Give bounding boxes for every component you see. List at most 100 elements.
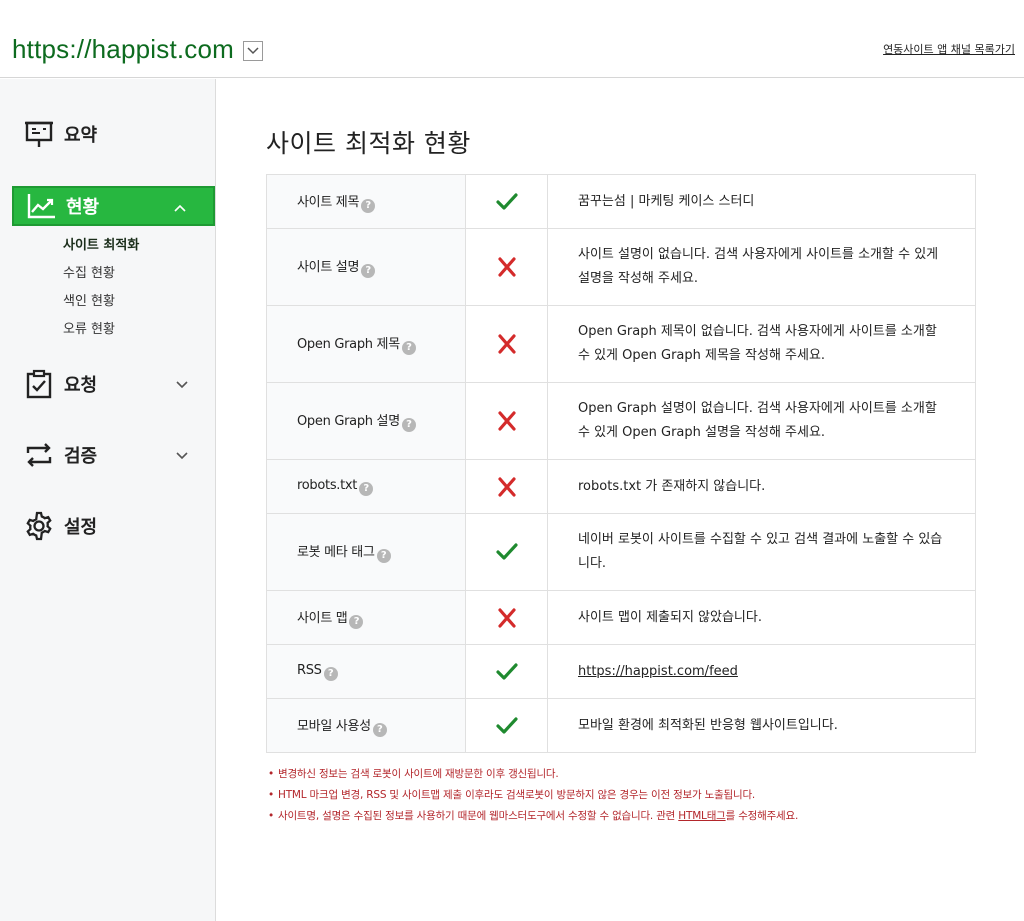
row-message-cell: Open Graph 제목이 없습니다. 검색 사용자에게 사이트를 소개할 수… bbox=[547, 305, 976, 383]
row-status-cell bbox=[465, 174, 548, 229]
row-label: robots.txt bbox=[297, 477, 358, 493]
table-row: 사이트 맵? 사이트 맵이 제출되지 않았습니다. bbox=[266, 590, 976, 645]
trend-chart-icon bbox=[24, 189, 58, 223]
sidebar-item-request[interactable]: 요청 bbox=[12, 364, 215, 404]
table-row: 사이트 설명? 사이트 설명이 없습니다. 검색 사용자에게 사이트를 소개할 수… bbox=[266, 228, 976, 306]
page-title: 사이트 최적화 현황 bbox=[266, 129, 471, 158]
row-status-cell bbox=[465, 644, 548, 699]
row-message: Open Graph 설명이 없습니다. 검색 사용자에게 사이트를 소개할 수… bbox=[578, 401, 937, 440]
cross-icon bbox=[495, 257, 519, 277]
sidebar-item-label: 요청 bbox=[64, 375, 98, 396]
help-icon[interactable]: ? bbox=[372, 722, 387, 737]
row-label: 사이트 제목 bbox=[297, 194, 360, 210]
table-row: robots.txt? robots.txt 가 존재하지 않습니다. bbox=[266, 459, 976, 514]
row-status-cell bbox=[465, 305, 548, 383]
row-label-cell: RSS? bbox=[266, 644, 466, 699]
presentation-board-icon bbox=[22, 117, 56, 151]
row-status-cell bbox=[465, 698, 548, 753]
row-label-cell: 사이트 설명? bbox=[266, 228, 466, 306]
row-label: 사이트 맵 bbox=[297, 610, 348, 626]
swap-arrows-icon bbox=[22, 438, 56, 472]
table-row: RSS? https://happist.com/feed bbox=[266, 644, 976, 699]
sidebar-item-label: 요약 bbox=[64, 125, 98, 146]
optimization-status-table: 사이트 제목? 꿈꾸는섬 | 마케팅 케이스 스터디사이트 설명? 사이트 설명이 … bbox=[266, 174, 976, 753]
row-label-cell: Open Graph 설명? bbox=[266, 382, 466, 460]
row-label: Open Graph 설명 bbox=[297, 414, 400, 429]
table-row: Open Graph 설명? Open Graph 설명이 없습니다. 검색 사용… bbox=[266, 382, 976, 460]
row-label: 로봇 메타 태그 bbox=[297, 545, 375, 560]
cross-icon bbox=[495, 411, 519, 431]
chevron-down-icon bbox=[176, 381, 188, 389]
sidebar: 요약 현황 사이트 최적화 수집 현황 색인 현황 오류 현황 요청 검증 설정 bbox=[0, 79, 216, 921]
row-status-cell bbox=[465, 513, 548, 591]
row-message-cell: https://happist.com/feed bbox=[547, 644, 976, 699]
sidebar-item-verify[interactable]: 검증 bbox=[12, 435, 215, 475]
sub-nav-error-status[interactable]: 오류 현황 bbox=[63, 318, 115, 337]
notes-section: • 변경하신 정보는 검색 로봇이 사이트에 재방문한 이후 갱신됩니다. • HT… bbox=[268, 764, 968, 827]
row-label: 모바일 사용성 bbox=[297, 718, 371, 734]
cross-icon bbox=[495, 476, 519, 497]
help-icon[interactable]: ? bbox=[323, 666, 338, 681]
note-item: • 사이트명, 설명은 수집된 정보를 사용하기 때문에 웹마스터도구에서 수정할… bbox=[268, 810, 799, 822]
sidebar-item-label: 현황 bbox=[66, 197, 100, 218]
row-message: 사이트 맵이 제출되지 않았습니다. bbox=[578, 609, 762, 625]
help-icon[interactable]: ? bbox=[401, 341, 416, 355]
row-status-cell bbox=[465, 590, 548, 645]
row-status-cell bbox=[465, 382, 548, 460]
table-row: 로봇 메타 태그? 네이버 로봇이 사이트를 수집할 수 있고 검색 결과에 노출… bbox=[266, 513, 976, 591]
linked-sites-link[interactable]: 연동사이트 앱 채널 목록가기 bbox=[883, 41, 1015, 57]
row-label-cell: 로봇 메타 태그? bbox=[266, 513, 466, 591]
row-message-cell: 사이트 맵이 제출되지 않았습니다. bbox=[547, 590, 976, 645]
site-select-dropdown[interactable] bbox=[243, 41, 263, 61]
row-label-cell: Open Graph 제목? bbox=[266, 305, 466, 383]
row-message-cell: 꿈꾸는섬 | 마케팅 케이스 스터디 bbox=[547, 174, 976, 229]
row-message: 네이버 로봇이 사이트를 수집할 수 있고 검색 결과에 노출할 수 있습니다. bbox=[578, 532, 943, 571]
sub-nav-crawl-status[interactable]: 수집 현황 bbox=[63, 262, 115, 281]
help-icon[interactable]: ? bbox=[349, 614, 364, 629]
site-url-title[interactable]: https://happist.com bbox=[12, 34, 234, 65]
chevron-down-icon bbox=[176, 452, 188, 460]
chevron-up-icon bbox=[174, 204, 186, 212]
row-message: 사이트 설명이 없습니다. 검색 사용자에게 사이트를 소개할 수 있게 설명을… bbox=[578, 247, 939, 286]
row-label: Open Graph 제목 bbox=[297, 337, 400, 352]
row-status-cell bbox=[465, 459, 548, 514]
help-icon[interactable]: ? bbox=[401, 418, 416, 432]
sidebar-item-settings[interactable]: 설정 bbox=[12, 506, 215, 546]
table-row: Open Graph 제목? Open Graph 제목이 없습니다. 검색 사용… bbox=[266, 305, 976, 383]
row-label-cell: robots.txt? bbox=[266, 459, 466, 514]
sidebar-item-status[interactable]: 현황 bbox=[12, 186, 215, 226]
row-label: 사이트 설명 bbox=[297, 260, 360, 275]
row-label-cell: 사이트 맵? bbox=[266, 590, 466, 645]
sidebar-item-summary[interactable]: 요약 bbox=[12, 114, 215, 154]
check-icon bbox=[495, 543, 519, 560]
note-item: • HTML 마크업 변경, RSS 및 사이트맵 제출 이후라도 검색로봇이 방… bbox=[268, 789, 756, 801]
row-message-cell: robots.txt 가 존재하지 않습니다. bbox=[547, 459, 976, 514]
cross-icon bbox=[495, 607, 519, 628]
note-item: • 변경하신 정보는 검색 로봇이 사이트에 재방문한 이후 갱신됩니다. bbox=[268, 768, 559, 780]
chevron-down-icon bbox=[247, 47, 259, 55]
sidebar-item-label: 검증 bbox=[64, 446, 98, 467]
gear-icon bbox=[22, 509, 56, 543]
row-label: RSS bbox=[297, 662, 322, 678]
help-icon[interactable]: ? bbox=[376, 549, 391, 563]
check-icon bbox=[495, 662, 519, 680]
html-tag-link[interactable]: HTML태그 bbox=[678, 810, 726, 822]
row-label-cell: 모바일 사용성? bbox=[266, 698, 466, 753]
sub-nav-index-status[interactable]: 색인 현황 bbox=[63, 290, 115, 309]
clipboard-check-icon bbox=[22, 367, 56, 401]
row-status-cell bbox=[465, 228, 548, 306]
sub-nav-site-optimization[interactable]: 사이트 최적화 bbox=[63, 234, 139, 253]
row-message-cell: 네이버 로봇이 사이트를 수집할 수 있고 검색 결과에 노출할 수 있습니다. bbox=[547, 513, 976, 591]
help-icon[interactable]: ? bbox=[359, 481, 374, 496]
table-row: 사이트 제목? 꿈꾸는섬 | 마케팅 케이스 스터디 bbox=[266, 174, 976, 229]
table-row: 모바일 사용성? 모바일 환경에 최적화된 반응형 웹사이트입니다. bbox=[266, 698, 976, 753]
row-message-cell: 모바일 환경에 최적화된 반응형 웹사이트입니다. bbox=[547, 698, 976, 753]
check-icon bbox=[495, 716, 519, 734]
row-message: Open Graph 제목이 없습니다. 검색 사용자에게 사이트를 소개할 수… bbox=[578, 324, 937, 363]
row-message: 모바일 환경에 최적화된 반응형 웹사이트입니다. bbox=[578, 717, 838, 733]
sidebar-item-label: 설정 bbox=[64, 517, 98, 538]
help-icon[interactable]: ? bbox=[361, 264, 376, 278]
help-icon[interactable]: ? bbox=[361, 198, 376, 213]
rss-feed-link[interactable]: https://happist.com/feed bbox=[578, 664, 738, 679]
row-message-cell: Open Graph 설명이 없습니다. 검색 사용자에게 사이트를 소개할 수… bbox=[547, 382, 976, 460]
